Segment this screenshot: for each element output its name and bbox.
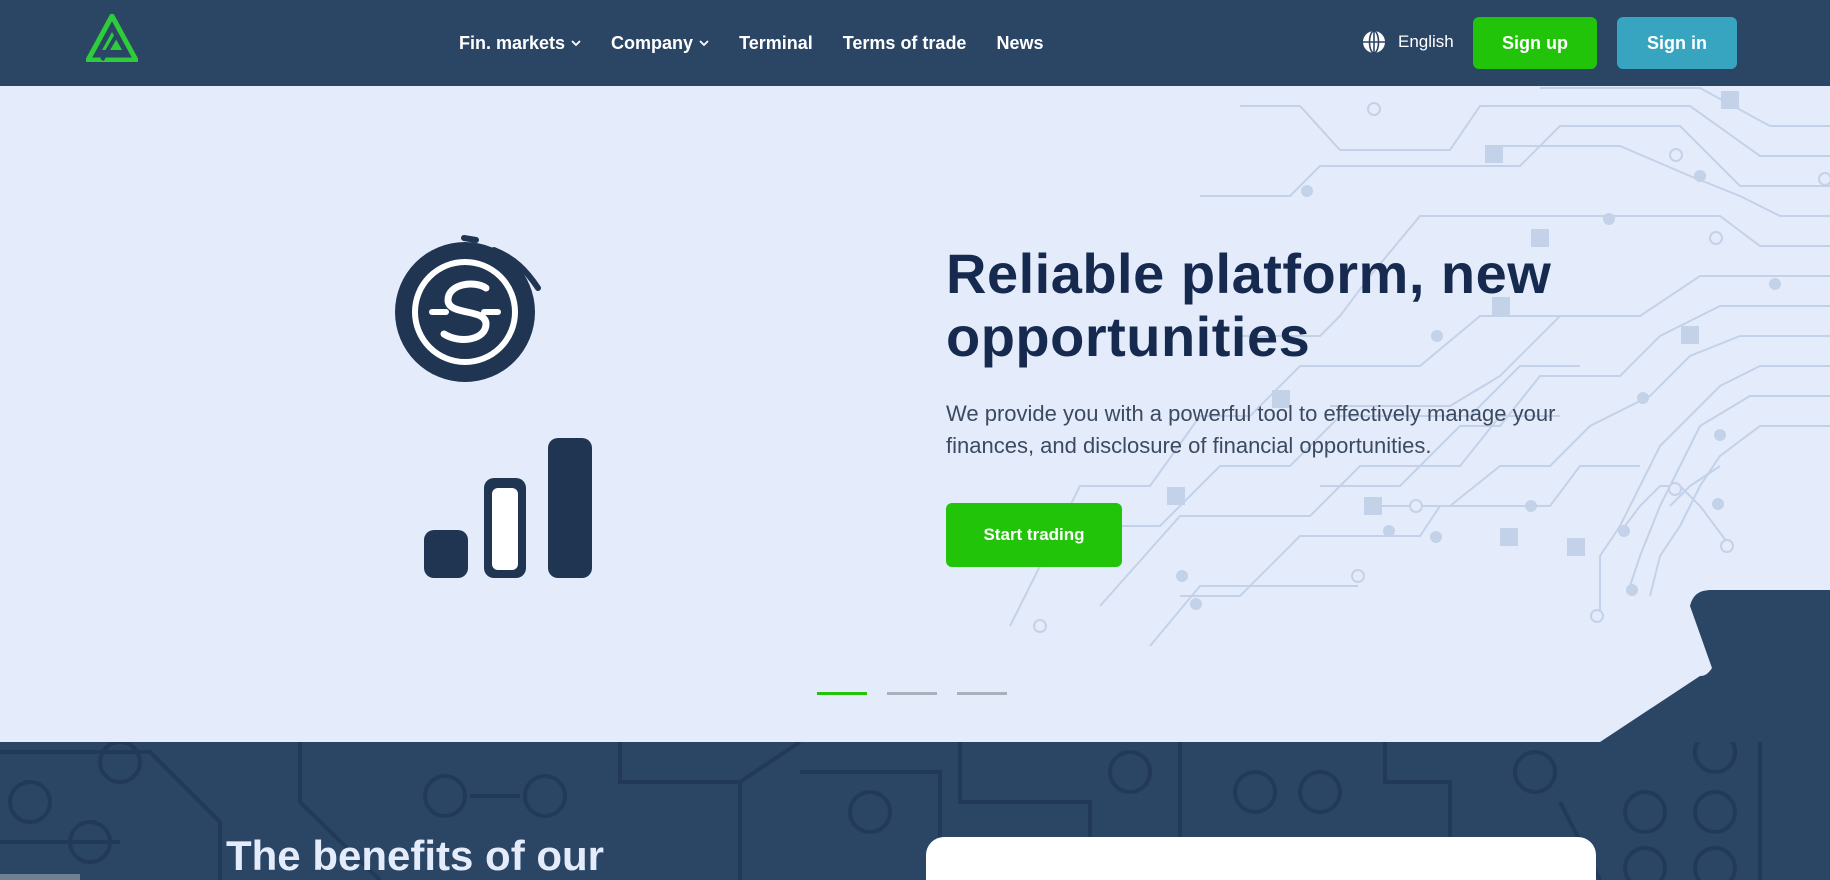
start-trading-button[interactable]: Start trading [946,503,1122,567]
nav-terms-label: Terms of trade [842,32,967,53]
signin-button[interactable]: Sign in [1617,17,1737,69]
main-nav: Fin. markets Company Terminal Terms of t… [459,0,1073,86]
signup-button[interactable]: Sign up [1473,17,1597,69]
slide-indicator-3[interactable] [957,692,1007,695]
nav-terminal-label: Terminal [739,32,813,53]
globe-icon [1363,30,1385,54]
nav-company-label: Company [611,32,694,53]
benefits-title: The benefits of our [226,832,604,879]
coin-growth-illustration [395,235,592,578]
nav-fin-markets[interactable]: Fin. markets [459,33,581,54]
hero-subtitle: We provide you with a powerful tool to e… [946,401,1556,458]
nav-news-label: News [996,32,1044,53]
hero-title: Reliable platform, new opportunities [946,242,1552,368]
hero-section: Reliable platform, new opportunities We … [0,86,1830,742]
logo-icon[interactable] [86,14,138,62]
chevron-down-icon [571,39,581,46]
nav-terminal[interactable]: Terminal [739,33,813,54]
nav-news[interactable]: News [996,33,1043,54]
nav-terms-of-trade[interactable]: Terms of trade [843,33,967,54]
slider-pagination [817,692,1027,695]
language-label: English [1398,32,1454,51]
slide-indicator-1[interactable] [817,692,867,695]
benefits-card [926,837,1596,880]
site-header: Fin. markets Company Terminal Terms of t… [0,0,1830,86]
nav-company[interactable]: Company [611,33,709,54]
nav-fin-markets-label: Fin. markets [459,32,566,53]
chevron-down-icon [699,39,709,46]
slide-indicator-2[interactable] [887,692,937,695]
language-selector[interactable]: English [1362,30,1454,54]
